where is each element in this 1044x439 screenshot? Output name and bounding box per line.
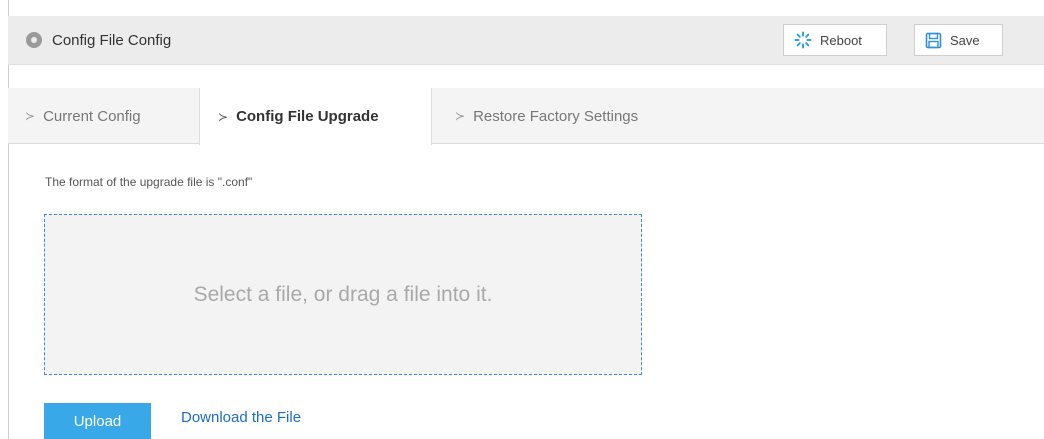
reboot-label: Reboot	[820, 32, 862, 48]
save-label: Save	[950, 32, 980, 48]
spinner-icon	[794, 31, 812, 49]
chevron-right-icon: ≻	[218, 109, 229, 124]
save-button[interactable]: Save	[914, 24, 1003, 56]
dropzone-text: Select a file, or drag a file into it.	[193, 282, 493, 306]
settings-dot-icon	[26, 32, 42, 48]
page-header: Config File Config Reboot Save	[8, 16, 1044, 65]
floppy-disk-icon	[925, 32, 942, 49]
chevron-right-icon: ≻	[25, 109, 36, 123]
download-file-link[interactable]: Download the File	[181, 409, 301, 426]
tab-label: Config File Upgrade	[236, 108, 379, 125]
tab-config-file-upgrade[interactable]: ≻ Config File Upgrade	[199, 88, 432, 145]
chevron-right-icon: ≻	[455, 109, 466, 123]
upload-button[interactable]: Upload	[44, 403, 151, 439]
tab-bar: ≻ Current Config ≻ Config File Upgrade ≻…	[8, 88, 1044, 145]
page-title-group: Config File Config	[26, 16, 171, 64]
tab-label: Current Config	[43, 107, 141, 125]
tab-label: Restore Factory Settings	[473, 107, 639, 125]
file-format-hint: The format of the upgrade file is ".conf…	[45, 175, 253, 189]
tab-current-config[interactable]: ≻ Current Config	[25, 88, 141, 144]
reboot-button[interactable]: Reboot	[783, 24, 887, 56]
page-title: Config File Config	[52, 31, 172, 49]
tab-restore-factory-settings[interactable]: ≻ Restore Factory Settings	[455, 88, 638, 144]
file-dropzone[interactable]: Select a file, or drag a file into it.	[44, 214, 642, 375]
